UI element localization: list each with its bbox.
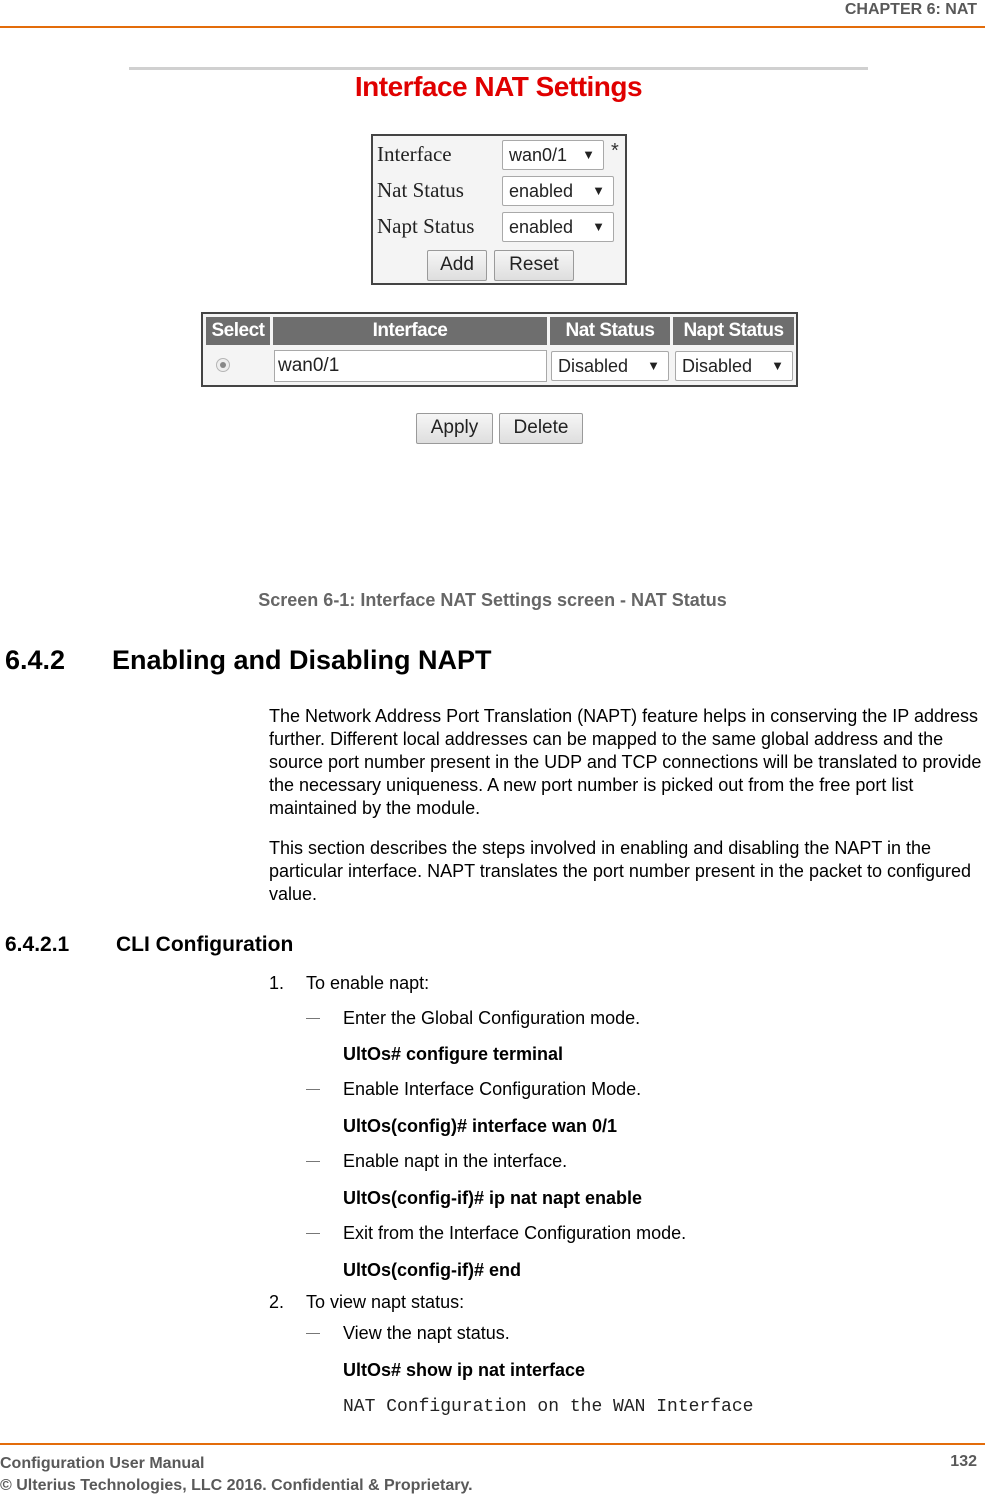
nat-interface-table: Select Interface Nat Status Napt Status … (201, 312, 798, 387)
footer-manual-title: Configuration User Manual (0, 1455, 205, 1472)
nat-status-select[interactable]: enabled ▼ (502, 176, 614, 206)
list-number: 2. (269, 1292, 285, 1312)
section-number: 6.4.2 (5, 645, 66, 675)
row-interface-input[interactable]: wan0/1 (274, 350, 547, 382)
napt-status-select-value: enabled (509, 217, 574, 237)
footer-left: Configuration User Manual © Ulterius Tec… (0, 1453, 473, 1497)
subsection-number: 6.4.2.1 (5, 933, 70, 956)
dash-bullet (306, 1089, 320, 1090)
interface-select-value: wan0/1 (509, 145, 568, 165)
screenshot-title: Interface NAT Settings (354, 71, 643, 102)
paragraph: The Network Address Port Translation (NA… (269, 706, 982, 818)
chevron-down-icon: ▼ (647, 358, 660, 373)
nat-status-select-value: enabled (509, 181, 574, 201)
step-text: Enable napt in the interface. (343, 1151, 568, 1171)
step-text: Exit from the Interface Configuration mo… (343, 1223, 687, 1243)
interface-select[interactable]: wan0/1 ▼ (502, 140, 604, 170)
paragraph: This section describes the steps involve… (269, 838, 972, 904)
chevron-down-icon: ▼ (771, 358, 784, 373)
napt-status-select[interactable]: enabled ▼ (502, 212, 614, 242)
screenshot-rule (129, 67, 868, 70)
cli-output: NAT Configuration on the WAN Interface (343, 1397, 754, 1417)
dash-bullet (306, 1333, 320, 1334)
step-text: Enter the Global Configuration mode. (343, 1008, 641, 1028)
chevron-down-icon: ▼ (582, 147, 595, 162)
column-header-select: Select (206, 317, 270, 345)
subsection-title: CLI Configuration (116, 933, 294, 956)
add-button[interactable]: Add (427, 250, 487, 281)
interface-nat-form: Interface wan0/1 ▼ * Nat Status enabled … (371, 134, 627, 285)
list-item-text: To enable napt: (306, 973, 430, 993)
column-header-nat-status: Nat Status (550, 317, 670, 345)
required-mark: * (611, 140, 619, 162)
chevron-down-icon: ▼ (592, 183, 605, 198)
reset-button[interactable]: Reset (494, 250, 574, 281)
page-number: 132 (950, 1453, 977, 1470)
row-select-radio[interactable] (216, 358, 230, 372)
dash-bullet (306, 1233, 320, 1234)
row-napt-status-value: Disabled (682, 356, 753, 376)
cli-command: UltOs(config-if)# end (343, 1260, 521, 1280)
column-header-napt-status: Napt Status (673, 317, 794, 345)
footer-rule (0, 1443, 985, 1445)
step-text: View the napt status. (343, 1323, 510, 1343)
delete-button[interactable]: Delete (499, 413, 583, 444)
column-header-interface: Interface (273, 317, 547, 345)
list-item-text: To view napt status: (306, 1292, 465, 1312)
cli-command: UltOs(config)# interface wan 0/1 (343, 1116, 618, 1136)
header-rule (0, 26, 985, 28)
row-nat-status-select[interactable]: Disabled ▼ (551, 351, 669, 381)
cli-command: UltOs(config-if)# ip nat napt enable (343, 1188, 643, 1208)
figure-caption: Screen 6-1: Interface NAT Settings scree… (258, 590, 727, 610)
chapter-header: CHAPTER 6: NAT (844, 1, 977, 18)
nat-status-label: Nat Status (377, 178, 464, 202)
section-title: Enabling and Disabling NAPT (112, 645, 492, 675)
row-nat-status-value: Disabled (558, 356, 629, 376)
footer-copyright: © Ulterius Technologies, LLC 2016. Confi… (0, 1477, 473, 1494)
chevron-down-icon: ▼ (592, 219, 605, 234)
interface-label: Interface (377, 142, 452, 166)
dash-bullet (306, 1161, 320, 1162)
row-napt-status-select[interactable]: Disabled ▼ (675, 351, 793, 381)
dash-bullet (306, 1018, 320, 1019)
list-number: 1. (269, 973, 285, 993)
step-text: Enable Interface Configuration Mode. (343, 1079, 642, 1099)
napt-status-label: Napt Status (377, 214, 475, 238)
cli-command: UltOs# show ip nat interface (343, 1360, 586, 1380)
cli-command: UltOs# configure terminal (343, 1044, 564, 1064)
apply-button[interactable]: Apply (416, 413, 493, 444)
